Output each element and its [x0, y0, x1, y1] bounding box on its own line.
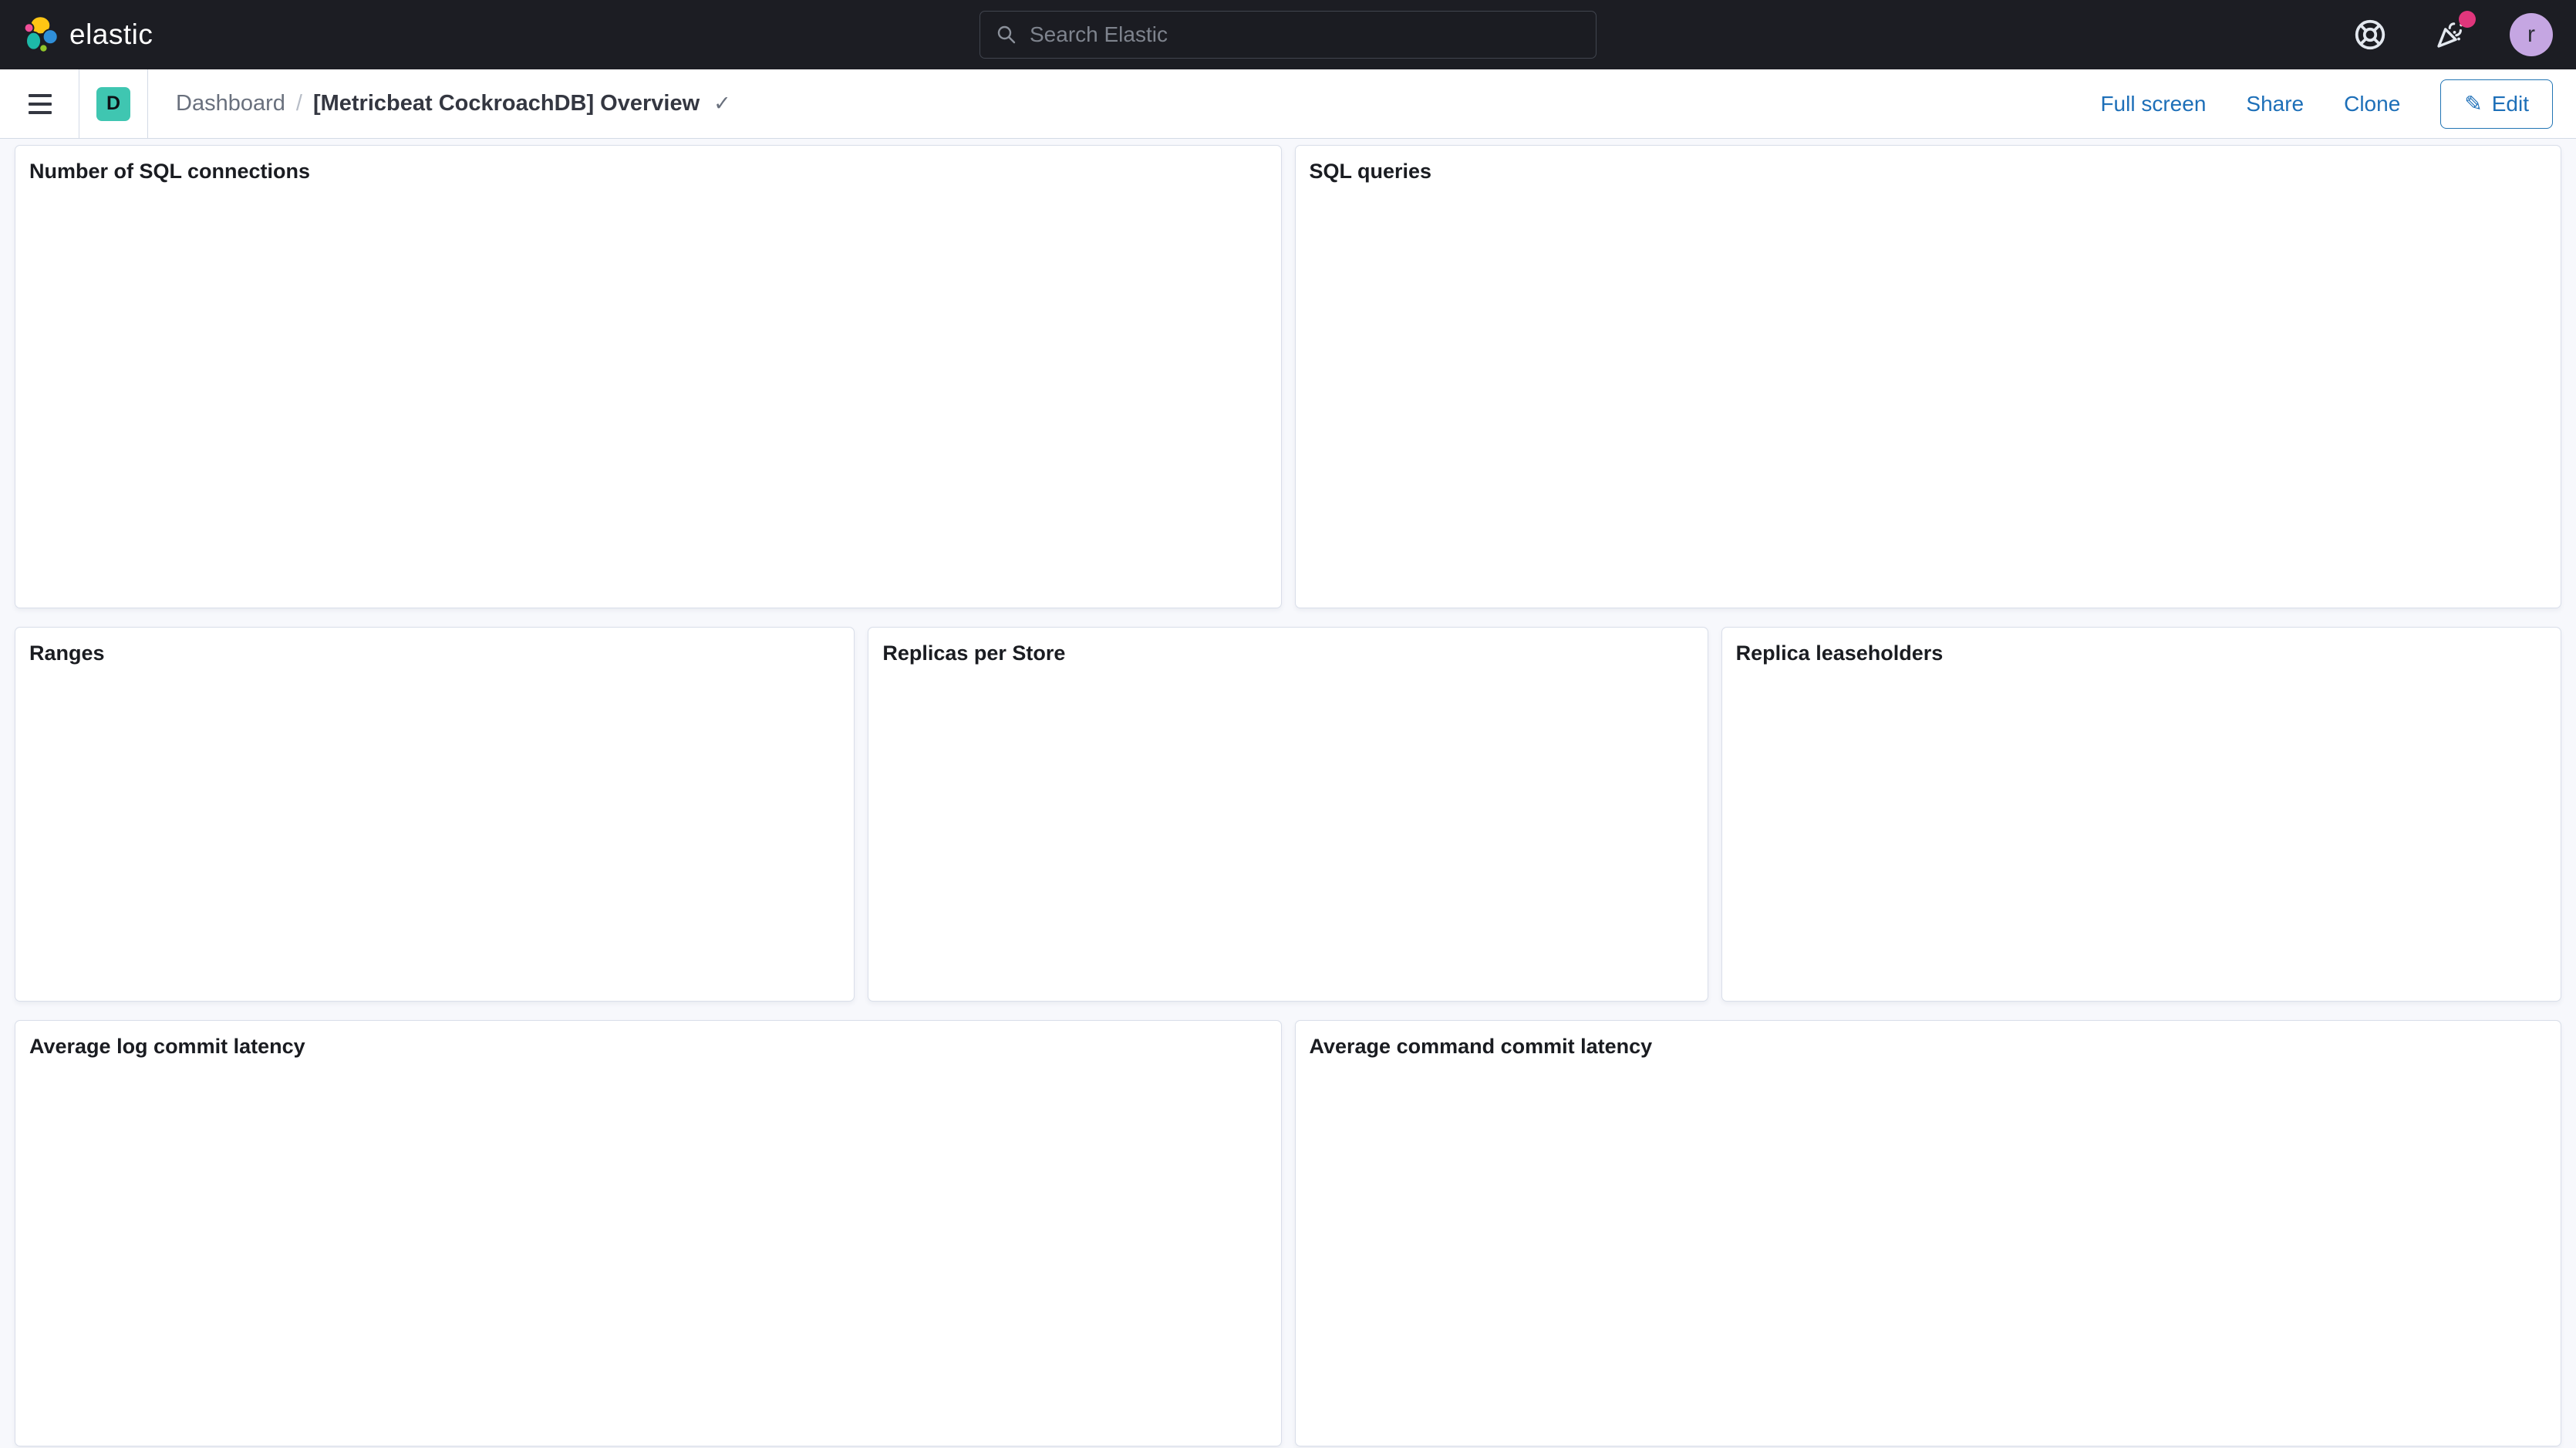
brand-name: elastic — [69, 19, 153, 51]
chart-legend — [1264, 183, 1281, 608]
menu-button[interactable] — [19, 83, 62, 126]
dashboard-app-badge[interactable]: D — [96, 87, 130, 121]
share-button[interactable]: Share — [2246, 92, 2304, 116]
elastic-home-link[interactable]: elastic — [23, 15, 153, 54]
search-icon — [996, 24, 1017, 45]
panel-average-log-commit-latency: Average log commit latency — [15, 1020, 1282, 1446]
chart-legend — [2544, 1058, 2561, 1446]
news-button[interactable] — [2429, 14, 2471, 56]
panel-title: Replica leaseholders — [1722, 628, 2561, 665]
chart-canvas[interactable] — [1296, 183, 2544, 608]
global-search-input[interactable]: Search Elastic — [979, 11, 1597, 59]
edit-button[interactable]: ✎ Edit — [2440, 79, 2553, 129]
chart-canvas[interactable] — [1722, 665, 2544, 1001]
panel-replica-leaseholders: Replica leaseholders — [1721, 627, 2561, 1002]
chart-canvas[interactable] — [15, 183, 1264, 608]
help-button[interactable] — [2349, 14, 2391, 56]
panel-title: SQL queries — [1296, 146, 2561, 183]
panel-title: Number of SQL connections — [15, 146, 1281, 183]
panel-sql-queries: SQL queries — [1295, 145, 2562, 608]
saved-check-icon[interactable]: ✓ — [713, 92, 731, 116]
chart-legend — [2544, 665, 2561, 1001]
panel-title: Average command commit latency — [1296, 1021, 2561, 1058]
chart-legend — [2544, 183, 2561, 608]
panel-number-of-sql-connections: Number of SQL connections — [15, 145, 1282, 608]
chart-canvas[interactable] — [1296, 1058, 2544, 1446]
global-header: elastic Search Elastic — [0, 0, 2576, 69]
user-avatar[interactable]: r — [2510, 13, 2553, 56]
clone-button[interactable]: Clone — [2344, 92, 2400, 116]
panel-title: Ranges — [15, 628, 854, 665]
chart-legend — [837, 665, 854, 1001]
toolbar-actions: Full screen Share Clone ✎ Edit — [2100, 79, 2576, 129]
page-title[interactable]: [Metricbeat CockroachDB] Overview — [313, 91, 700, 116]
panel-ranges: Ranges — [15, 627, 855, 1002]
pencil-icon: ✎ — [2464, 91, 2482, 116]
panel-title: Replicas per Store — [868, 628, 1707, 665]
chart-canvas[interactable] — [15, 665, 837, 1001]
dashboard-toolbar: D Dashboard / [Metricbeat CockroachDB] O… — [0, 69, 2576, 139]
notification-dot — [2459, 11, 2476, 28]
chart-legend — [1264, 1058, 1281, 1446]
divider — [147, 69, 148, 139]
elastic-logo-icon — [23, 15, 59, 54]
chart-legend — [1691, 665, 1708, 1001]
panel-average-command-commit-latency: Average command commit latency — [1295, 1020, 2562, 1446]
search-placeholder: Search Elastic — [1030, 22, 1168, 47]
full-screen-button[interactable]: Full screen — [2100, 92, 2206, 116]
panel-replicas-per-store: Replicas per Store — [868, 627, 1708, 1002]
chart-canvas[interactable] — [15, 1058, 1264, 1446]
help-icon — [2353, 18, 2387, 52]
header-actions: r — [2349, 13, 2553, 56]
chart-canvas[interactable] — [868, 665, 1690, 1001]
avatar-letter: r — [2527, 22, 2535, 48]
breadcrumb-separator: / — [296, 91, 302, 116]
dashboard-grid: Number of SQL connections SQL queries Ra… — [0, 139, 2576, 1446]
breadcrumb-dashboard-link[interactable]: Dashboard — [176, 91, 285, 116]
breadcrumb: Dashboard / [Metricbeat CockroachDB] Ove… — [176, 91, 731, 116]
panel-title: Average log commit latency — [15, 1021, 1281, 1058]
